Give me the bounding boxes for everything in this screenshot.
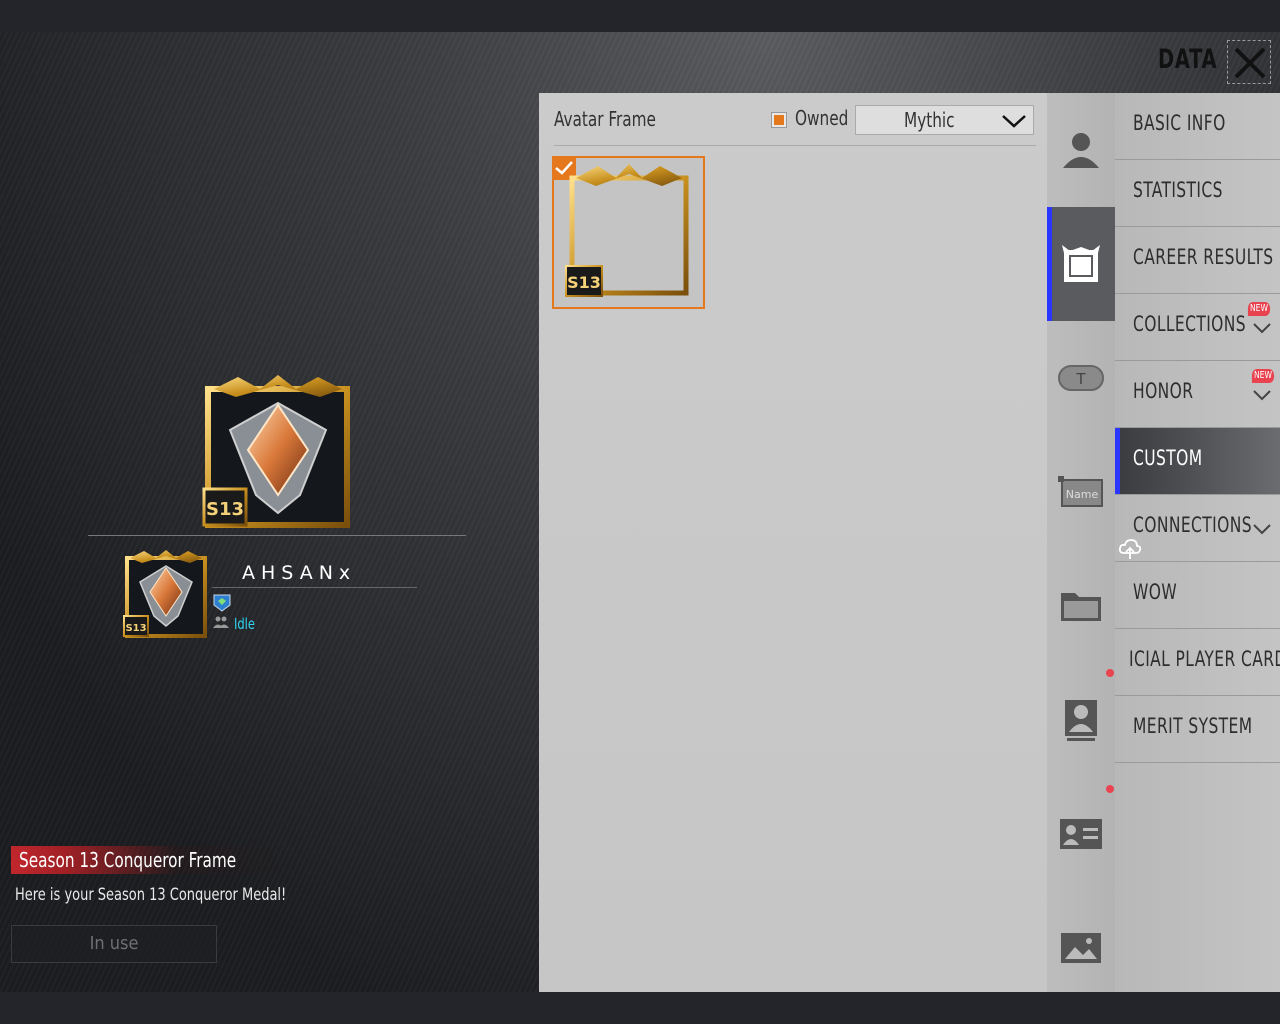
menu-item-label: ICIAL PLAYER CARD bbox=[1129, 647, 1280, 671]
menu-item-merit-system[interactable]: MERIT SYSTEM bbox=[1115, 696, 1280, 763]
frame-tile-selected[interactable]: S13 bbox=[552, 156, 705, 309]
menu-item-career-results[interactable]: CAREER RESULTS bbox=[1115, 227, 1280, 294]
new-badge: NEW bbox=[1251, 369, 1275, 383]
new-badge: NEW bbox=[1247, 302, 1271, 316]
dropdown-value: Mythic bbox=[904, 108, 955, 132]
chevron-down-icon bbox=[1253, 323, 1271, 334]
avatar-frame-panel: Avatar Frame Owned Mythic S13 bbox=[539, 93, 1047, 992]
player-name: AHSANx bbox=[242, 562, 357, 584]
tab-avatar-frame[interactable] bbox=[1047, 207, 1115, 321]
chevron-down-icon bbox=[1253, 524, 1271, 535]
folder-icon bbox=[1061, 593, 1101, 621]
menu-item-label: HONOR bbox=[1133, 379, 1194, 403]
menu-item-label: CAREER RESULTS bbox=[1133, 245, 1274, 269]
tab-name-card[interactable]: Name bbox=[1047, 435, 1115, 549]
menu-item-collections[interactable]: COLLECTIONS NEW bbox=[1115, 294, 1280, 361]
tab-title-tag[interactable]: T bbox=[1047, 321, 1115, 435]
rank-badge-icon bbox=[212, 593, 232, 617]
player-avatar: S13 bbox=[122, 550, 210, 640]
menu-item-label: COLLECTIONS bbox=[1133, 312, 1247, 336]
name-card-text: Name bbox=[1066, 488, 1099, 501]
tab-folder[interactable] bbox=[1047, 549, 1115, 663]
menu-item-label: CUSTOM bbox=[1133, 446, 1203, 470]
svg-text:T: T bbox=[1075, 370, 1086, 388]
selected-item-description: Here is your Season 13 Conqueror Medal! bbox=[15, 885, 287, 905]
tab-picture[interactable] bbox=[1047, 891, 1115, 1005]
menu-item-label: CONNECTIONS bbox=[1133, 513, 1252, 537]
chevron-down-icon bbox=[1002, 115, 1026, 128]
menu-item-label: BASIC INFO bbox=[1133, 111, 1226, 135]
menu-item-statistics[interactable]: STATISTICS bbox=[1115, 160, 1280, 227]
picture-icon bbox=[1061, 933, 1101, 963]
top-bar bbox=[0, 0, 1280, 32]
panel-title: Avatar Frame bbox=[554, 107, 656, 131]
menu-item-label: MERIT SYSTEM bbox=[1133, 714, 1253, 738]
in-use-button[interactable]: In use bbox=[11, 925, 217, 963]
notification-dot bbox=[1106, 669, 1114, 677]
friends-icon bbox=[213, 616, 229, 631]
menu-item-custom[interactable]: CUSTOM bbox=[1115, 428, 1280, 495]
divider bbox=[88, 535, 466, 536]
menu-item-honor[interactable]: HONOR NEW bbox=[1115, 361, 1280, 428]
menu-item-basic-info[interactable]: BASIC INFO bbox=[1115, 93, 1280, 160]
notification-dot bbox=[1106, 785, 1114, 793]
tab-portrait[interactable] bbox=[1047, 663, 1115, 777]
close-button[interactable] bbox=[1227, 40, 1271, 84]
page-title: DATA bbox=[1158, 44, 1218, 75]
name-card-icon: Name bbox=[1058, 476, 1103, 507]
menu-item-label: WOW bbox=[1133, 580, 1178, 604]
person-icon bbox=[1063, 133, 1099, 168]
close-icon bbox=[1234, 47, 1266, 79]
icon-tab-column: T Name bbox=[1047, 93, 1115, 992]
tab-id-card[interactable] bbox=[1047, 777, 1115, 891]
menu-item-label: STATISTICS bbox=[1133, 178, 1223, 202]
divider bbox=[554, 145, 1036, 146]
tab-person[interactable] bbox=[1047, 93, 1115, 207]
portrait-icon bbox=[1065, 700, 1097, 741]
rarity-filter-dropdown[interactable]: Mythic bbox=[855, 105, 1034, 135]
menu-item-wow[interactable]: WOW bbox=[1115, 562, 1280, 629]
frame-badge-text: S13 bbox=[206, 499, 244, 520]
menu-item-official-player-card[interactable]: ICIAL PLAYER CARD bbox=[1115, 629, 1280, 696]
tile-badge-text: S13 bbox=[567, 273, 601, 292]
chevron-down-icon bbox=[1253, 390, 1271, 401]
avatar-frame-preview: S13 bbox=[200, 375, 355, 535]
avatar-frame-icon bbox=[1062, 245, 1100, 282]
frame-thumbnail: S13 bbox=[565, 164, 689, 297]
owned-label: Owned bbox=[795, 106, 849, 130]
avatar-badge-text: S13 bbox=[125, 623, 146, 634]
player-status: Idle bbox=[234, 615, 255, 633]
cloud-upload-icon[interactable] bbox=[1118, 537, 1142, 565]
selected-item-title: Season 13 Conqueror Frame bbox=[11, 846, 285, 874]
owned-checkbox[interactable] bbox=[771, 112, 787, 128]
divider bbox=[212, 587, 417, 588]
title-tag-icon: T bbox=[1058, 365, 1104, 391]
bottom-bar bbox=[0, 992, 1280, 1024]
id-card-icon bbox=[1060, 819, 1102, 849]
